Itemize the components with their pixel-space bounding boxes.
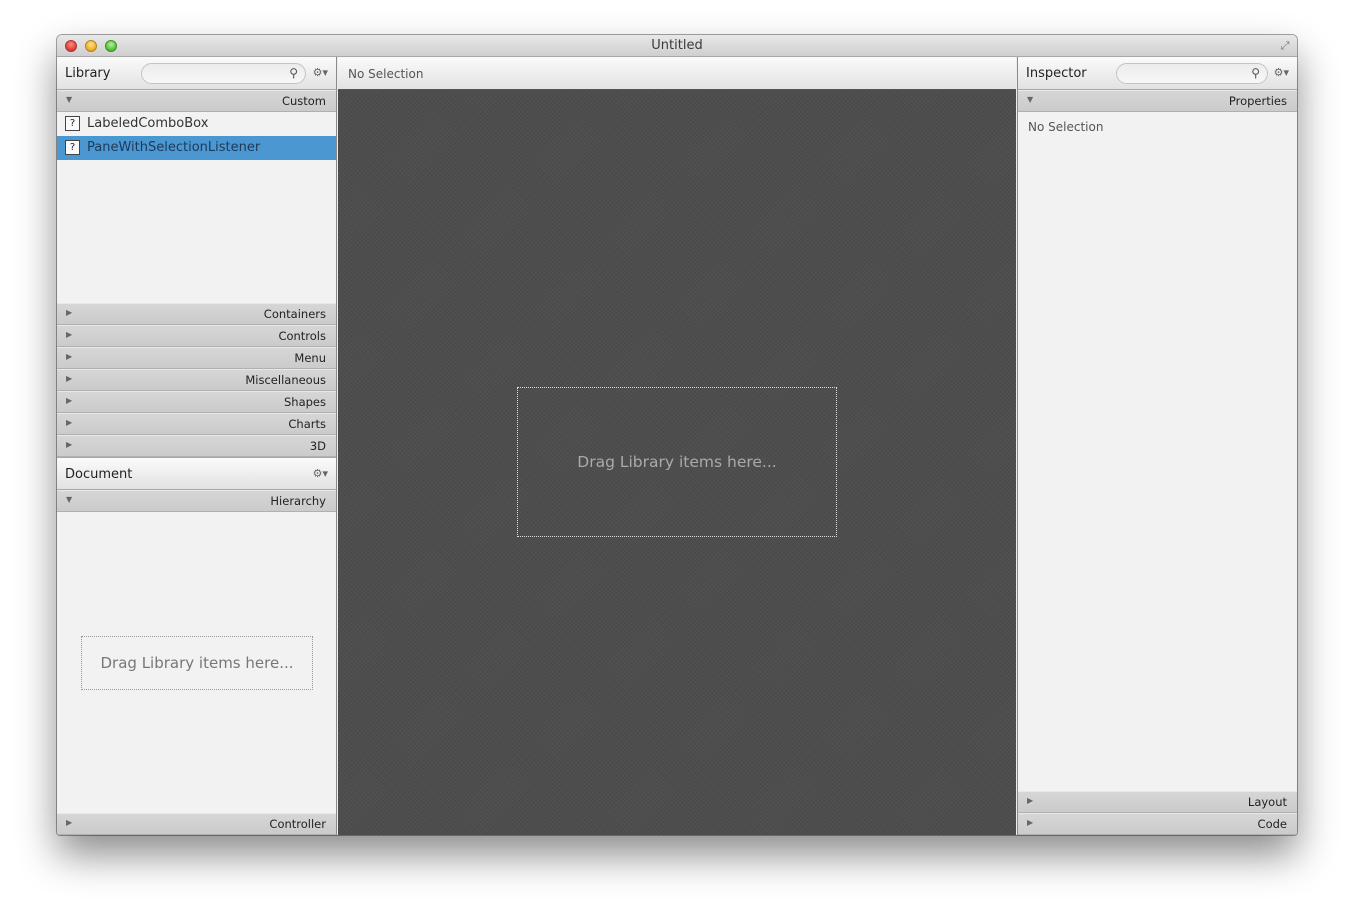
section-charts[interactable]: ▶ Charts <box>57 413 336 435</box>
section-menu[interactable]: ▶ Menu <box>57 347 336 369</box>
close-window-button[interactable] <box>65 40 77 52</box>
inspector-title: Inspector <box>1026 66 1087 81</box>
fullscreen-icon[interactable]: ⤢ <box>1278 39 1292 53</box>
search-icon: ⚲ <box>289 66 298 80</box>
disclosure-expanded-icon: ▼ <box>66 495 73 504</box>
document-title: Document <box>65 467 133 482</box>
library-gear-menu-icon[interactable]: ⚙▾ <box>313 66 328 79</box>
disclosure-collapsed-icon: ▶ <box>66 396 73 405</box>
hierarchy-area: Drag Library items here... <box>57 512 336 812</box>
section-code[interactable]: ▶ Code <box>1018 813 1297 835</box>
section-containers[interactable]: ▶ Containers <box>57 303 336 325</box>
minimize-window-button[interactable] <box>85 40 97 52</box>
list-item[interactable]: ? PaneWithSelectionListener <box>57 136 336 160</box>
no-selection-label: No Selection <box>1028 120 1104 134</box>
disclosure-expanded-icon: ▼ <box>66 95 73 104</box>
section-miscellaneous[interactable]: ▶ Miscellaneous <box>57 369 336 391</box>
content-canvas: No Selection Drag Library items here... <box>338 57 1016 835</box>
disclosure-collapsed-icon: ▶ <box>66 440 73 449</box>
disclosure-collapsed-icon: ▶ <box>66 374 73 383</box>
selection-bar: No Selection <box>338 57 1016 90</box>
section-custom[interactable]: ▼ Custom <box>57 90 336 112</box>
selection-status: No Selection <box>348 67 424 81</box>
app-window: Untitled ⤢ Library ⚲ ⚙▾ ▼ Custom ? Label… <box>57 35 1297 835</box>
left-panel: Library ⚲ ⚙▾ ▼ Custom ? LabeledComboBox … <box>57 57 337 835</box>
inspector-gear-menu-icon[interactable]: ⚙▾ <box>1274 66 1289 79</box>
section-3d[interactable]: ▶ 3D <box>57 435 336 457</box>
disclosure-collapsed-icon: ▶ <box>66 352 73 361</box>
title-bar[interactable]: Untitled ⤢ <box>57 35 1297 57</box>
zoom-window-button[interactable] <box>105 40 117 52</box>
disclosure-collapsed-icon: ▶ <box>66 818 73 827</box>
inspector-header: Inspector ⚲ ⚙▾ <box>1018 57 1297 90</box>
custom-items-list: ? LabeledComboBox ? PaneWithSelectionLis… <box>57 112 336 303</box>
inspector-panel: Inspector ⚲ ⚙▾ ▼ Properties No Selection… <box>1017 57 1297 835</box>
document-header: Document ⚙▾ <box>57 457 336 490</box>
section-shapes[interactable]: ▶ Shapes <box>57 391 336 413</box>
disclosure-collapsed-icon: ▶ <box>1027 796 1034 805</box>
disclosure-expanded-icon: ▼ <box>1027 95 1034 104</box>
unknown-component-icon: ? <box>65 140 80 155</box>
properties-content: No Selection <box>1018 112 1297 142</box>
section-properties[interactable]: ▼ Properties <box>1018 90 1297 112</box>
list-item[interactable]: ? LabeledComboBox <box>57 112 336 136</box>
canvas-dropzone[interactable]: Drag Library items here... <box>517 387 837 537</box>
section-layout[interactable]: ▶ Layout <box>1018 791 1297 813</box>
library-search-input[interactable]: ⚲ <box>141 63 306 84</box>
library-title: Library <box>65 66 111 81</box>
section-controls[interactable]: ▶ Controls <box>57 325 336 347</box>
disclosure-collapsed-icon: ▶ <box>66 418 73 427</box>
library-header: Library ⚲ ⚙▾ <box>57 57 336 90</box>
section-controller[interactable]: ▶ Controller <box>57 813 336 835</box>
unknown-component-icon: ? <box>65 116 80 131</box>
inspector-search-input[interactable]: ⚲ <box>1116 63 1268 84</box>
search-icon: ⚲ <box>1251 66 1260 80</box>
disclosure-collapsed-icon: ▶ <box>66 308 73 317</box>
disclosure-collapsed-icon: ▶ <box>1027 818 1034 827</box>
hierarchy-dropzone[interactable]: Drag Library items here... <box>81 636 313 690</box>
disclosure-collapsed-icon: ▶ <box>66 330 73 339</box>
section-hierarchy[interactable]: ▼ Hierarchy <box>57 490 336 512</box>
window-title: Untitled <box>651 38 703 53</box>
document-gear-menu-icon[interactable]: ⚙▾ <box>313 467 328 480</box>
